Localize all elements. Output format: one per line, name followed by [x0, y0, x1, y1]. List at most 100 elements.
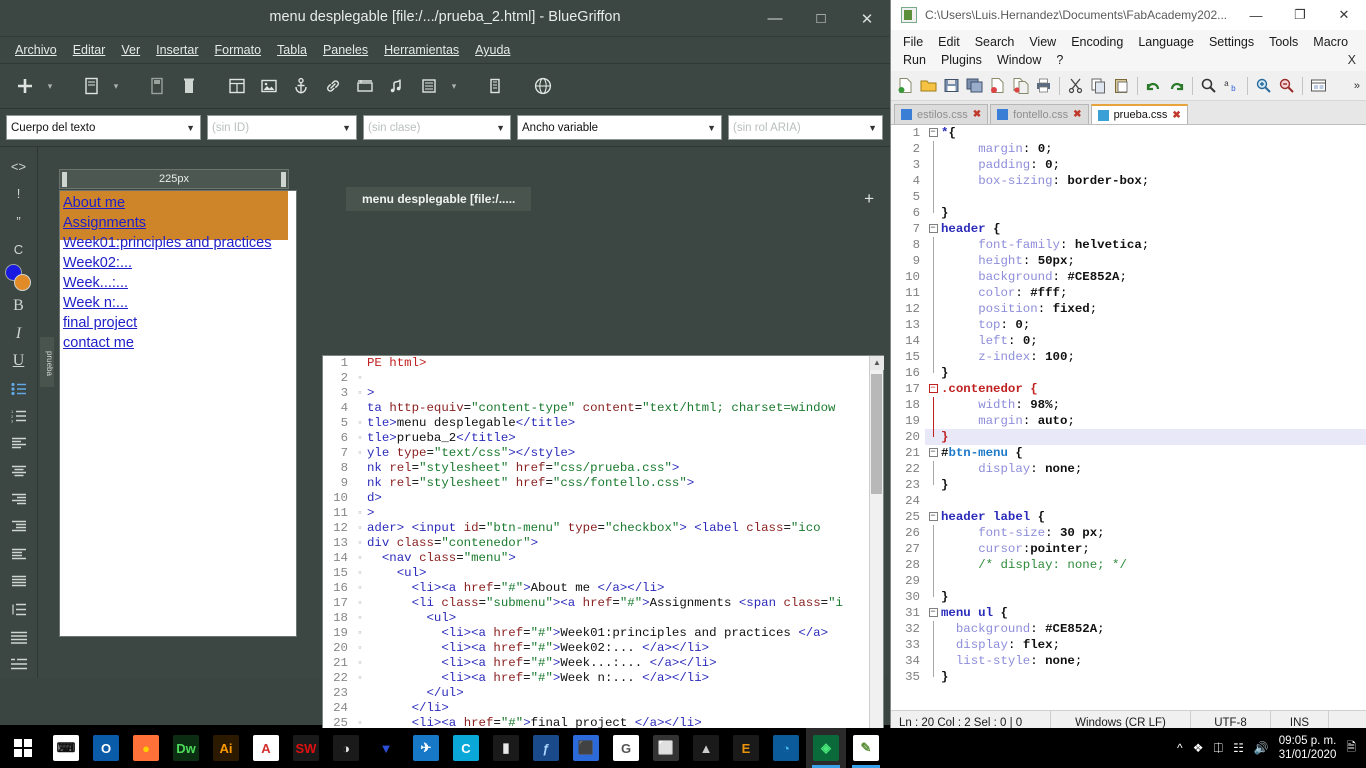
fold-marker-icon[interactable] [925, 205, 941, 221]
source-line[interactable]: 12 ▫ ader> <input id="btn-menu" type="chec… [323, 521, 883, 536]
table-icon[interactable] [224, 73, 250, 99]
save-icon[interactable] [941, 75, 962, 96]
fold-marker-icon[interactable] [925, 333, 941, 349]
justify-icon[interactable] [4, 569, 34, 596]
css-line[interactable]: 35} [891, 669, 1366, 685]
source-line[interactable]: 22 ▫ <li><a href="#">Week n:... </a></li> [323, 671, 883, 686]
menu-macro[interactable]: Macro [1307, 33, 1354, 51]
fold-marker-icon[interactable] [353, 491, 367, 506]
audio-icon[interactable] [384, 73, 410, 99]
fold-marker-icon[interactable]: − [925, 445, 941, 461]
network-icon[interactable]: ☷ [1233, 741, 1244, 755]
insert-row-icon[interactable] [4, 651, 34, 678]
taskbar-item-notepadpp[interactable]: ✎ [846, 728, 886, 768]
copy-icon[interactable] [1088, 75, 1109, 96]
taskbar-item-eagle[interactable]: E [726, 728, 766, 768]
menu-help[interactable]: ? [1050, 51, 1069, 69]
source-line[interactable]: 9 nk rel="stylesheet" href="css/fontello.… [323, 476, 883, 491]
taskbar-item-illustrator[interactable]: Ai [206, 728, 246, 768]
source-line[interactable]: 15 ▫ <ul> [323, 566, 883, 581]
fold-marker-icon[interactable] [925, 669, 941, 685]
fold-marker-icon[interactable]: ▫ [353, 536, 367, 551]
toolbar-overflow-icon[interactable]: » [1354, 80, 1360, 92]
css-line[interactable]: 33 display: flex; [891, 637, 1366, 653]
open-document-icon[interactable] [78, 73, 104, 99]
code-view-icon[interactable]: <> [4, 153, 34, 180]
taskbar-item-gimp[interactable]: G [606, 728, 646, 768]
taskbar-item-slicer[interactable]: ▼ [366, 728, 406, 768]
taskbar-item-cura[interactable]: C [446, 728, 486, 768]
print-icon[interactable] [1033, 75, 1054, 96]
notification-center-icon[interactable]: 🗎 [1346, 738, 1356, 759]
css-line[interactable]: 18 width: 98%; [891, 397, 1366, 413]
source-line[interactable]: 8 nk rel="stylesheet" href="css/prueba.cs… [323, 461, 883, 476]
underline-icon[interactable]: U [4, 348, 34, 375]
fold-marker-icon[interactable]: ▫ [353, 431, 367, 446]
id-select[interactable]: (sin ID) ▼ [207, 115, 357, 140]
fold-marker-icon[interactable] [353, 701, 367, 716]
fold-marker-icon[interactable] [925, 237, 941, 253]
menu-edit[interactable]: Edit [932, 33, 966, 51]
menu-encoding[interactable]: Encoding [1065, 33, 1129, 51]
volume-icon[interactable]: 🔊 [1254, 741, 1269, 755]
show-hidden-icon[interactable]: ^ [1177, 741, 1183, 755]
close-icon[interactable]: ✕ [844, 0, 890, 37]
viewport-width-ruler[interactable]: 225px [59, 169, 289, 189]
tab-fontello-css[interactable]: fontello.css ✖ [990, 104, 1089, 124]
taskbar-item-mail-client[interactable]: ✈ [406, 728, 446, 768]
source-line[interactable]: 16 ▫ <li><a href="#">About me </a></li> [323, 581, 883, 596]
css-line[interactable]: 6} [891, 205, 1366, 221]
fold-marker-icon[interactable] [925, 285, 941, 301]
close-file-icon[interactable] [987, 75, 1008, 96]
css-line[interactable]: 14 left: 0; [891, 333, 1366, 349]
paragraph-direction-icon[interactable] [4, 624, 34, 651]
menu-archivo[interactable]: Archivo [8, 39, 64, 61]
source-line[interactable]: 10 d> [323, 491, 883, 506]
fold-marker-icon[interactable] [353, 476, 367, 491]
taskbar-item-inkscape[interactable]: ▲ [686, 728, 726, 768]
fold-marker-icon[interactable] [925, 413, 941, 429]
css-line[interactable]: 17− .contenedor { [891, 381, 1366, 397]
template-icon[interactable] [482, 73, 508, 99]
video-dropdown-caret[interactable]: ▾ [448, 81, 460, 92]
source-line[interactable]: 19 ▫ <li><a href="#">Week01:principles an… [323, 626, 883, 641]
anchor-icon[interactable] [288, 73, 314, 99]
css-line[interactable]: 5 [891, 189, 1366, 205]
css-line[interactable]: 7− header { [891, 221, 1366, 237]
close-icon[interactable]: ✕ [1322, 0, 1366, 30]
taskbar-item-blender[interactable]: ◑ [326, 728, 366, 768]
css-line[interactable]: 15 z-index: 100; [891, 349, 1366, 365]
css-line[interactable]: 29 [891, 573, 1366, 589]
preview-link-contact-me[interactable]: contact me [63, 333, 296, 353]
source-line[interactable]: 14 ▫ <nav class="menu"> [323, 551, 883, 566]
taskbar-item-autocad[interactable]: A [246, 728, 286, 768]
align-right-icon[interactable] [4, 486, 34, 513]
menu-language[interactable]: Language [1132, 33, 1200, 51]
outdent-icon[interactable] [4, 541, 34, 568]
find-icon[interactable] [1198, 75, 1219, 96]
menu-run[interactable]: Run [897, 51, 932, 69]
fold-marker-icon[interactable] [925, 589, 941, 605]
fold-marker-icon[interactable]: ▫ [353, 641, 367, 656]
css-line[interactable]: 4 box-sizing: border-box; [891, 173, 1366, 189]
fold-marker-icon[interactable]: ▫ [353, 386, 367, 401]
scroll-thumb[interactable] [871, 374, 882, 494]
source-line[interactable]: 13 ▫ div class="contenedor"> [323, 536, 883, 551]
css-line[interactable]: 34 list-style: none; [891, 653, 1366, 669]
css-line[interactable]: 10 background: #CE852A; [891, 269, 1366, 285]
css-line[interactable]: 20} [891, 429, 1366, 445]
maximize-icon[interactable]: □ [798, 0, 844, 37]
close-icon[interactable]: ✖ [1172, 110, 1180, 121]
save-all-icon[interactable] [964, 75, 985, 96]
fold-marker-icon[interactable]: − [925, 605, 941, 621]
source-line[interactable]: 24 </li> [323, 701, 883, 716]
new-file-icon[interactable] [895, 75, 916, 96]
fold-marker-icon[interactable]: ▫ [353, 656, 367, 671]
delete-icon[interactable] [176, 73, 202, 99]
align-left-icon[interactable] [4, 431, 34, 458]
menu-plugins[interactable]: Plugins [935, 51, 988, 69]
taskbar-item-fritzing[interactable]: ⬛ [566, 728, 606, 768]
taskbar-item-fusion360[interactable]: ƒ [526, 728, 566, 768]
taskbar-clock[interactable]: 09:05 p. m. 31/01/2020 [1279, 734, 1337, 762]
html-source-editor[interactable]: 1 PE html> 2 ▫ 3 ▫ >4 ta http-equiv="content-ty… [322, 355, 884, 768]
